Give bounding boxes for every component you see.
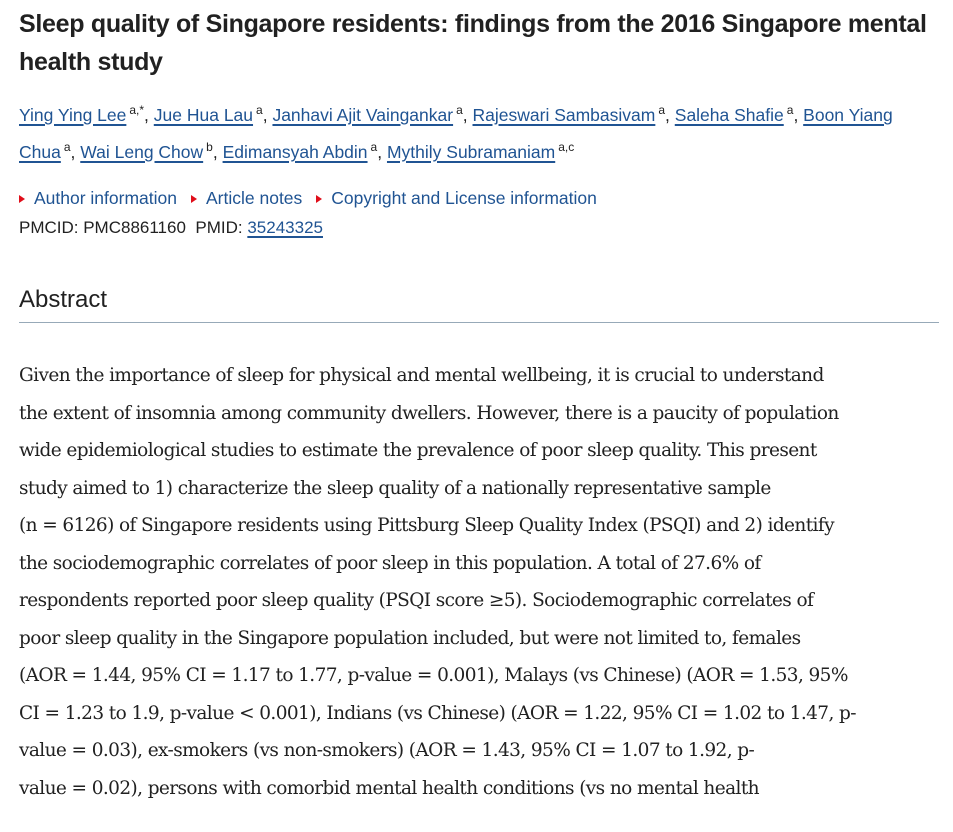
article-info-accordion: Author information Article notes Copyrig… [19, 188, 939, 209]
author-affiliation: a [456, 103, 463, 118]
author-affiliation: a,* [129, 103, 145, 118]
abstract-line: the extent of insomnia among community d… [19, 402, 839, 424]
abstract-line: (n = 6126) of Singapore residents using … [19, 515, 835, 536]
author-link[interactable]: Rajeswari Sambasivam [473, 105, 656, 125]
abstract-line: study aimed to 1) characterize the sleep… [19, 477, 771, 499]
article-title: Sleep quality of Singapore residents: fi… [19, 10, 927, 76]
pmid-link[interactable]: 35243325 [247, 218, 323, 237]
abstract-heading: Abstract [19, 286, 939, 323]
author-separator: , [262, 105, 273, 125]
article-identifiers: PMCID: PMC8861160 PMID: 35243325 [19, 218, 939, 238]
author-affiliation: a [63, 140, 71, 155]
abstract-line: the sociodemographic correlates of poor … [19, 552, 761, 574]
author-separator: , [462, 105, 473, 125]
author-link[interactable]: Edimansyah Abdin [223, 142, 368, 162]
author-link[interactable]: Ying Ying Lee [19, 105, 126, 125]
triangle-right-icon [19, 194, 25, 203]
triangle-right-icon [191, 194, 197, 203]
abstract-line: (AOR = 1.44, 95% CI = 1.17 to 1.77, p-va… [19, 665, 848, 686]
author-separator: , [212, 142, 223, 162]
author-separator: , [377, 142, 387, 162]
abstract-line: value = 0.02), persons with comorbid men… [19, 777, 760, 799]
abstract-line: CI = 1.23 to 1.9, p-value < 0.001), Indi… [19, 702, 857, 724]
author-information-toggle[interactable]: Author information [19, 188, 177, 209]
accordion-label: Author information [34, 188, 177, 208]
copyright-license-toggle[interactable]: Copyright and License information [316, 188, 597, 209]
author-affiliation: b [206, 140, 213, 155]
author-affiliation: a [256, 103, 263, 118]
author-link[interactable]: Mythily Subramaniam [387, 142, 555, 162]
accordion-label: Article notes [206, 188, 303, 208]
abstract-line: respondents reported poor sleep quality … [19, 590, 814, 611]
author-list: Ying Ying Lee a,*, Jue Hua Lau a, Janhavi … [19, 97, 939, 171]
author-link[interactable]: Jue Hua Lau [154, 105, 253, 125]
author-separator: , [70, 142, 81, 162]
author-separator: , [793, 105, 804, 125]
author-affiliation: a,c [558, 140, 575, 155]
abstract-body: Given the importance of sleep for physic… [19, 357, 939, 807]
article-notes-toggle[interactable]: Article notes [191, 188, 302, 209]
triangle-right-icon [316, 194, 323, 203]
author-link[interactable]: Wai Leng Chow [80, 142, 203, 162]
abstract-line: poor sleep quality in the Singapore popu… [19, 627, 801, 649]
pmcid-label: PMCID: PMC8861160 [19, 218, 186, 237]
abstract-line: Given the importance of sleep for physic… [19, 365, 824, 386]
author-link[interactable]: Saleha Shafie [675, 105, 784, 125]
author-separator: , [665, 105, 675, 125]
abstract-line: value = 0.03), ex-smokers (vs non-smoker… [19, 740, 755, 761]
article-page: Sleep quality of Singapore residents: fi… [19, 0, 939, 807]
abstract-line: wide epidemiological studies to estimate… [19, 440, 817, 461]
pmid-label: PMID: [195, 218, 243, 237]
author-link[interactable]: Janhavi Ajit Vaingankar [272, 105, 453, 125]
author-separator: , [144, 105, 154, 125]
accordion-label: Copyright and License information [331, 188, 597, 208]
